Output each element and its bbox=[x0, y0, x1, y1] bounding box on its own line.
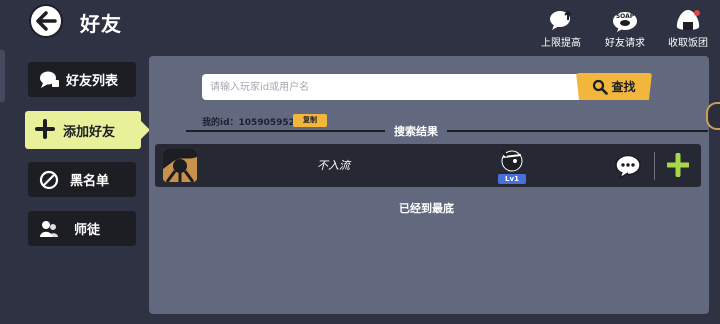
sidebar-item-friend-list[interactable]: 好友列表 bbox=[28, 62, 136, 97]
add-friend-button[interactable] bbox=[665, 152, 691, 178]
player-character-icon bbox=[500, 149, 523, 172]
arrow-left-icon bbox=[36, 11, 57, 31]
limit-increase-label: 上限提高 bbox=[541, 38, 581, 49]
side-drawer-handle[interactable] bbox=[0, 50, 5, 102]
level-badge: Lv1 bbox=[498, 174, 526, 184]
sidebar-item-blacklist[interactable]: 黑名单 bbox=[28, 162, 136, 197]
svg-text:SOAP: SOAP bbox=[616, 13, 635, 20]
limit-increase-button[interactable]: 上限提高 bbox=[537, 8, 585, 49]
collect-rice-ball-label: 收取饭团 bbox=[668, 38, 708, 49]
rice-ball-icon bbox=[675, 8, 701, 32]
copy-id-button[interactable]: 复制 bbox=[293, 114, 327, 127]
collect-rice-ball-button[interactable]: 收取饭团 bbox=[664, 8, 712, 49]
my-id-value: 105905952 bbox=[238, 118, 295, 128]
sidebar-item-label: 师徒 bbox=[74, 223, 101, 238]
plus-icon bbox=[35, 119, 57, 141]
player-level: Lv1 bbox=[498, 147, 526, 184]
chat-bubbles-icon bbox=[38, 69, 60, 91]
block-icon bbox=[38, 169, 60, 191]
search-button[interactable]: 查找 bbox=[576, 73, 652, 100]
end-of-list-text: 已经到最底 bbox=[399, 202, 454, 215]
sidebar-item-mentor[interactable]: 师徒 bbox=[28, 211, 136, 246]
my-id-label: 我的id： bbox=[202, 118, 239, 128]
search-results-heading: 搜索结果 bbox=[385, 123, 447, 139]
search-button-label: 查找 bbox=[611, 80, 636, 94]
friend-request-button[interactable]: SOAP 好友请求 bbox=[601, 8, 649, 49]
back-button[interactable] bbox=[29, 4, 63, 38]
soap-request-icon: SOAP bbox=[612, 8, 638, 32]
sidebar-item-label: 添加好友 bbox=[63, 124, 116, 140]
search-result-row[interactable]: 不入流 Lv1 bbox=[155, 144, 701, 187]
friend-request-label: 好友请求 bbox=[605, 38, 645, 49]
chat-button[interactable] bbox=[614, 153, 642, 180]
player-name: 不入流 bbox=[317, 159, 350, 172]
search-input[interactable] bbox=[202, 74, 602, 100]
sidebar-item-add-friend[interactable]: 添加好友 bbox=[25, 111, 150, 149]
player-avatar[interactable] bbox=[163, 149, 197, 182]
my-id: 我的id：105905952 bbox=[202, 115, 295, 128]
edge-float-button[interactable] bbox=[706, 102, 720, 130]
sidebar-item-label: 黑名单 bbox=[70, 174, 110, 189]
plus-icon bbox=[665, 152, 691, 178]
chat-bubble-up-icon bbox=[548, 8, 574, 32]
row-divider bbox=[654, 152, 655, 180]
magnifier-icon bbox=[593, 79, 609, 95]
sidebar-item-label: 好友列表 bbox=[66, 74, 119, 89]
results-divider bbox=[186, 130, 708, 132]
mentor-icon bbox=[38, 218, 60, 240]
page-title: 好友 bbox=[80, 12, 122, 36]
speech-bubble-icon bbox=[615, 154, 641, 180]
add-friend-panel: 查找 我的id：105905952 复制 搜索结果 不入流 Lv1 bbox=[149, 56, 709, 314]
